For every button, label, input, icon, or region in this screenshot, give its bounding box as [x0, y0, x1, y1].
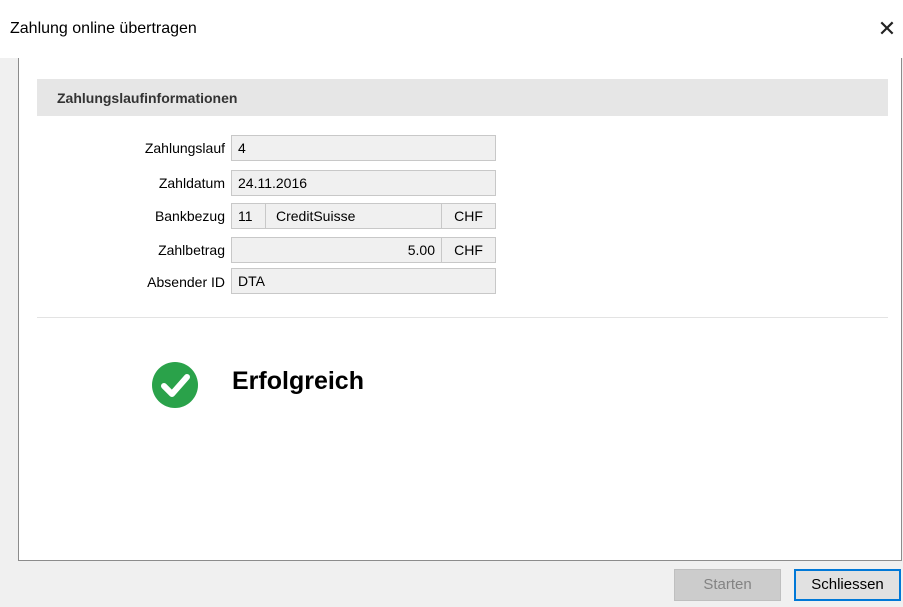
section-title: Zahlungslaufinformationen — [57, 90, 238, 106]
separator — [37, 317, 888, 318]
bankbezug-bank-field: CreditSuisse — [265, 203, 442, 229]
check-circle-icon — [152, 362, 198, 408]
start-button[interactable]: Starten — [674, 569, 781, 601]
zahlbetrag-amount-field: 5.00 — [231, 237, 442, 263]
absender-id-field: DTA — [231, 268, 496, 294]
bankbezug-label: Bankbezug — [154, 208, 225, 224]
window-title: Zahlung online übertragen — [10, 20, 197, 37]
bankbezug-number-field: 11 — [231, 203, 266, 229]
zahlbetrag-label: Zahlbetrag — [158, 242, 225, 258]
zahlungslauf-field: 4 — [231, 135, 496, 161]
zahlungslauf-label: Zahlungslauf — [144, 140, 225, 156]
close-button[interactable]: Schliessen — [794, 569, 901, 601]
close-icon[interactable]: ✕ — [872, 14, 902, 44]
absender-id-label: Absender ID — [147, 274, 225, 290]
dialog-content: Zahlungslaufinformationen Zahlungslauf 4… — [18, 58, 902, 561]
zahlbetrag-currency-field: CHF — [441, 237, 496, 263]
bankbezug-currency-field: CHF — [441, 203, 496, 229]
section-header: Zahlungslaufinformationen — [37, 79, 888, 116]
status-text: Erfolgreich — [232, 367, 364, 395]
title-bar: Zahlung online übertragen ✕ — [0, 0, 903, 58]
zahldatum-label: Zahldatum — [158, 175, 225, 191]
zahldatum-field: 24.11.2016 — [231, 170, 496, 196]
